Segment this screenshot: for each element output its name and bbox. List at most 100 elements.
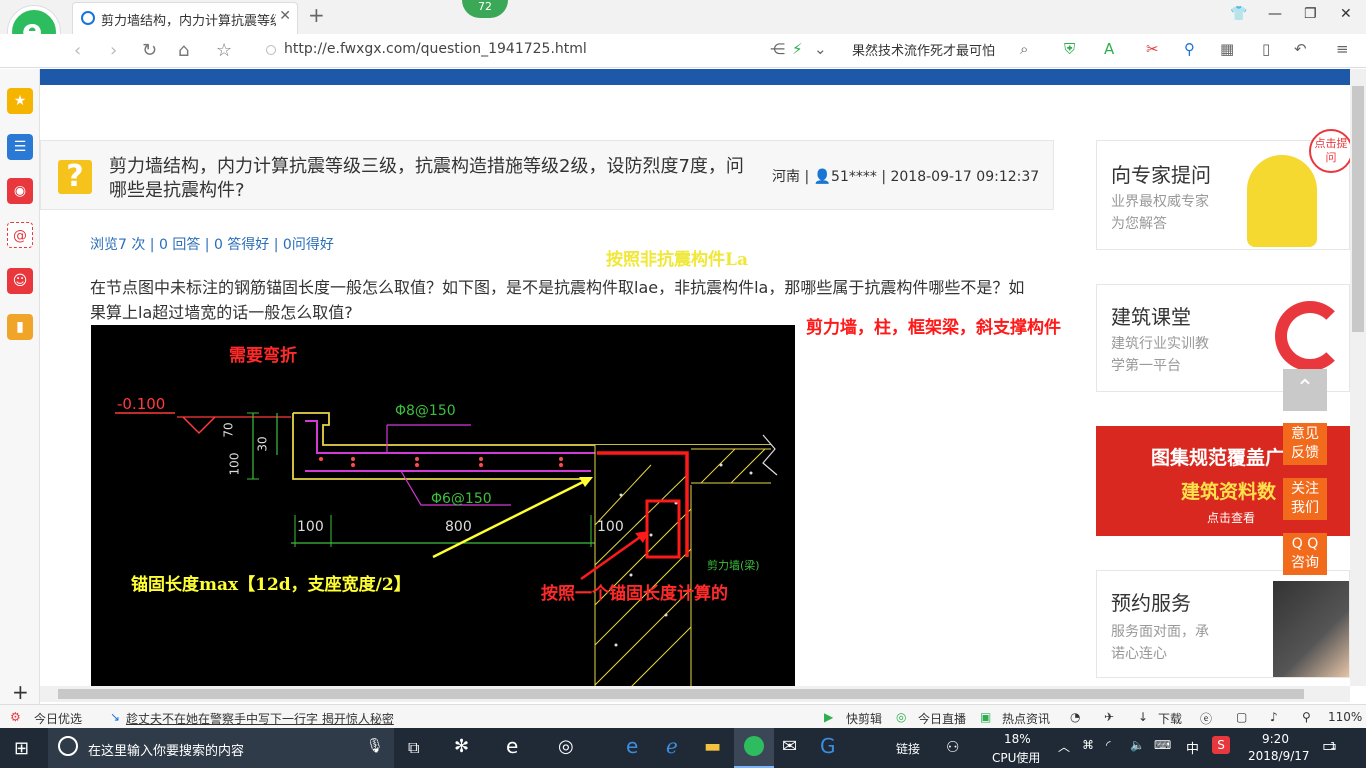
site-info-icon[interactable] <box>266 45 276 55</box>
g-app-icon[interactable]: G <box>820 734 836 758</box>
close-tab-icon[interactable]: ✕ <box>279 8 291 24</box>
browser-360-icon <box>744 736 764 756</box>
clock-time[interactable]: 9:20 <box>1262 732 1289 746</box>
question-mark-icon: ? <box>58 160 92 194</box>
scissors-icon[interactable]: ✂ <box>1146 40 1159 58</box>
handshake-image <box>1273 581 1349 677</box>
ask-expert-card[interactable]: 向专家提问 业界最权威专家 为您解答 点击提问 <box>1096 129 1353 250</box>
weibo-icon[interactable]: ◉ <box>7 178 33 204</box>
favorites-star-icon[interactable]: ★ <box>7 88 33 114</box>
add-sidebar-icon[interactable]: + <box>12 680 29 704</box>
question-stats: 浏览7 次 | 0 回答 | 0 答得好 | 0问得好 <box>90 237 334 253</box>
search-icon[interactable]: ⌕ <box>1020 40 1028 58</box>
undo-icon[interactable]: ↶ <box>1294 40 1307 58</box>
home-icon[interactable]: ⌂ <box>178 40 189 61</box>
cad-drawing-image[interactable]: 需要弯折 -0.100 Φ8@150 Φ6@150 70 30 100 100 … <box>91 325 795 687</box>
edge-icon[interactable]: e <box>506 734 518 758</box>
shirt-skin-icon[interactable]: 👕 <box>1230 6 1247 22</box>
page-favicon-icon <box>81 11 95 25</box>
notification-count: 1 <box>1330 741 1337 752</box>
ie-mode-icon[interactable]: ⓔ <box>1200 710 1212 727</box>
pin-icon[interactable]: ✈ <box>1104 710 1114 724</box>
speed-icon[interactable]: ◔ <box>1070 710 1080 724</box>
news-ticker-link[interactable]: 趁丈夫不在她在警察手中写下一行字 揭开惊人秘密 <box>126 710 394 727</box>
mascot-icon <box>1247 155 1317 247</box>
sound-icon[interactable]: ♪ <box>1270 710 1278 724</box>
mail-at-icon[interactable]: @ <box>7 222 33 248</box>
zoom-level[interactable]: 110% <box>1328 710 1362 724</box>
browser-360-taskbar-item[interactable] <box>734 728 774 768</box>
address-bar[interactable]: http://e.fwxgx.com/question_1941725.html <box>262 38 842 62</box>
share-icon[interactable]: ⋲ <box>770 40 785 58</box>
shield-icon[interactable]: ⛨ <box>1064 40 1075 58</box>
browser-tab[interactable]: 剪力墙结构，内力计算抗震等级三级， ✕ <box>72 2 298 34</box>
minimize-button[interactable]: — <box>1268 6 1282 22</box>
banner-view-link[interactable]: 点击查看 <box>1207 509 1255 526</box>
tray-link-icon[interactable]: ⌘ <box>1082 738 1094 752</box>
bookmark-star-icon[interactable]: ☆ <box>216 40 232 61</box>
links-label[interactable]: 链接 <box>896 740 920 757</box>
refresh-icon[interactable]: ↻ <box>142 40 157 61</box>
window-icon[interactable]: ▢ <box>1236 710 1247 724</box>
pinwheel-app-icon[interactable]: ✻ <box>454 736 469 757</box>
notification-center-icon[interactable]: ▭ 1 <box>1322 736 1344 758</box>
sogou-ime-icon[interactable]: S <box>1212 736 1230 754</box>
lightning-icon[interactable]: ⚡ <box>792 40 803 58</box>
mail-icon[interactable]: ✉ <box>782 736 797 757</box>
keyboard-icon[interactable]: ⌨ <box>1154 738 1171 752</box>
qq-consult-button[interactable]: Q Q 咨询 <box>1283 533 1327 575</box>
clock-date[interactable]: 2018/9/17 <box>1248 749 1310 763</box>
dim-100: 100 <box>297 519 324 535</box>
vertical-scroll-thumb[interactable] <box>1352 86 1364 332</box>
banner-subtitle: 建筑资料数 <box>1181 481 1277 503</box>
tab-title: 剪力墙结构，内力计算抗震等级三级， <box>101 14 276 29</box>
edge-blue-icon[interactable]: e <box>626 734 638 758</box>
new-tab-button[interactable]: + <box>308 3 325 27</box>
task-view-icon[interactable]: ⧉ <box>408 738 419 758</box>
card-title: 建筑课堂 <box>1111 305 1191 329</box>
ie-icon[interactable]: ℯ <box>666 734 678 758</box>
live-link[interactable]: 今日直播 <box>918 710 966 727</box>
file-explorer-icon[interactable]: ▬ <box>704 736 721 757</box>
app-swirl-icon[interactable]: ◎ <box>558 736 574 757</box>
quick-edit-link[interactable]: 快剪辑 <box>846 710 882 727</box>
maximize-button[interactable]: ❐ <box>1304 6 1317 22</box>
ime-indicator[interactable]: 中 <box>1186 738 1199 757</box>
wifi-icon[interactable]: ◜ <box>1106 738 1111 752</box>
follow-us-button[interactable]: 关注 我们 <box>1283 478 1327 520</box>
back-to-top-button[interactable]: ⌃ <box>1283 369 1327 411</box>
start-windows-icon[interactable]: ⊞ <box>14 738 29 759</box>
menu-icon[interactable]: ≡ <box>1336 40 1349 58</box>
close-window-button[interactable]: ✕ <box>1340 6 1352 22</box>
news-list-icon[interactable]: ☰ <box>7 134 33 160</box>
volume-icon[interactable]: 🔈 <box>1130 738 1145 752</box>
download-link[interactable]: 下载 <box>1158 710 1182 727</box>
hot-news-link[interactable]: 热点资讯 <box>1002 710 1050 727</box>
taskbar-search-box[interactable]: 在这里输入你要搜索的内容 🎙 <box>48 728 394 768</box>
forward-icon[interactable]: › <box>110 40 117 61</box>
tray-chevron-icon[interactable]: ︿ <box>1058 738 1070 755</box>
people-icon[interactable]: ⚇ <box>946 738 959 756</box>
reader-icon[interactable]: ▯ <box>1262 40 1270 58</box>
appointment-card[interactable]: 预约服务 服务面对面，承 诺心连心 <box>1096 570 1350 678</box>
feedback-button[interactable]: 意见 反馈 <box>1283 423 1327 465</box>
feedback-label: 意见 <box>1291 426 1319 442</box>
back-icon[interactable]: ‹ <box>74 40 81 61</box>
translate-icon[interactable]: A <box>1104 40 1114 58</box>
search-input[interactable]: 果然技术流作死才最可怕 <box>852 40 1042 59</box>
ask-bubble[interactable]: 点击提问 <box>1309 129 1353 173</box>
notes-icon[interactable]: ▮ <box>7 314 33 340</box>
today-pick-icon[interactable]: ⚙ <box>10 710 21 724</box>
by-anchor-annotation: 按照一个锚固长度计算的 <box>541 584 728 604</box>
today-pick-link[interactable]: 今日优选 <box>34 710 82 727</box>
magnifier-icon[interactable]: ⚲ <box>1184 40 1195 58</box>
chevron-down-icon[interactable]: ⌄ <box>814 40 827 58</box>
feedback-label: 反馈 <box>1291 445 1319 461</box>
game-icon[interactable]: ☺ <box>7 268 33 294</box>
taskbar-search-placeholder: 在这里输入你要搜索的内容 <box>88 744 245 759</box>
apps-grid-icon[interactable]: ▦ <box>1220 40 1234 58</box>
horizontal-scroll-thumb[interactable] <box>58 689 1304 699</box>
card-title: 向专家提问 <box>1111 163 1211 187</box>
rebar-label-top: Φ8@150 <box>395 403 456 419</box>
microphone-icon[interactable]: 🎙 <box>366 738 384 754</box>
